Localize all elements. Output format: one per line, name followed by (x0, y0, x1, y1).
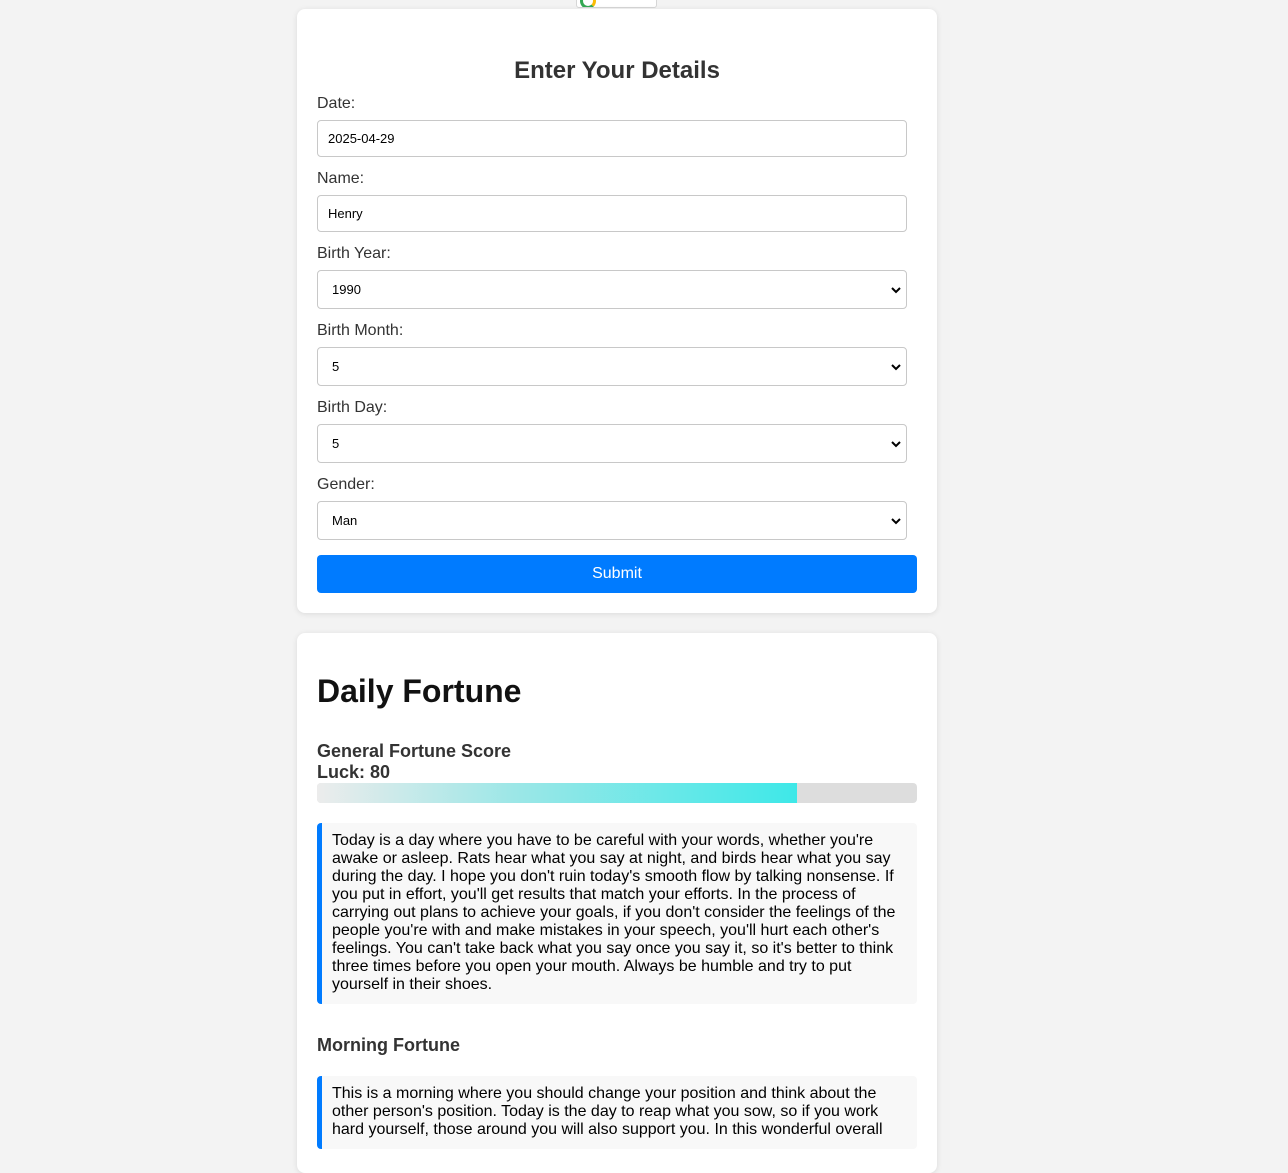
date-input-value: 2025-04-29 (328, 131, 395, 146)
google-icon (580, 0, 596, 7)
birth-year-selected: 1990 (332, 282, 361, 297)
chevron-down-icon (891, 440, 901, 447)
general-fortune-text: Today is a day where you have to be care… (317, 823, 917, 1004)
name-input[interactable]: Henry (317, 195, 907, 232)
birth-year-label: Birth Year: (317, 245, 391, 262)
birth-year-select[interactable]: 1990 (317, 270, 907, 309)
luck-progress-fill (317, 783, 797, 803)
name-label: Name: (317, 170, 365, 187)
form-title: Enter Your Details (514, 57, 720, 84)
general-fortune-heading: General Fortune Score (317, 741, 512, 761)
birth-month-select[interactable]: 5 (317, 347, 907, 386)
top-extension-badge[interactable] (576, 0, 657, 8)
chevron-down-icon (891, 517, 901, 524)
birth-month-selected: 5 (332, 359, 340, 374)
submit-button[interactable]: Submit (317, 555, 917, 593)
gender-select[interactable]: Man (317, 501, 907, 540)
daily-fortune-title: Daily Fortune (317, 673, 522, 709)
birth-day-selected: 5 (332, 436, 340, 451)
morning-fortune-text: This is a morning where you should chang… (317, 1076, 917, 1149)
details-form-card: Enter Your Details Date: 2025-04-29 Name… (297, 9, 937, 613)
gender-label: Gender: (317, 476, 375, 493)
morning-fortune-heading: Morning Fortune (317, 1035, 460, 1055)
luck-progress-bar (317, 783, 917, 803)
luck-score: Luck: 80 (317, 762, 391, 782)
daily-fortune-card: Daily Fortune General Fortune Score Luck… (297, 633, 937, 1173)
chevron-down-icon (891, 286, 901, 293)
date-label: Date: (317, 95, 356, 112)
gender-selected: Man (332, 513, 358, 528)
name-input-value: Henry (328, 206, 363, 221)
chevron-down-icon (891, 363, 901, 370)
date-input[interactable]: 2025-04-29 (317, 120, 907, 157)
birth-day-label: Birth Day: (317, 399, 388, 416)
birth-day-select[interactable]: 5 (317, 424, 907, 463)
birth-month-label: Birth Month: (317, 322, 404, 339)
